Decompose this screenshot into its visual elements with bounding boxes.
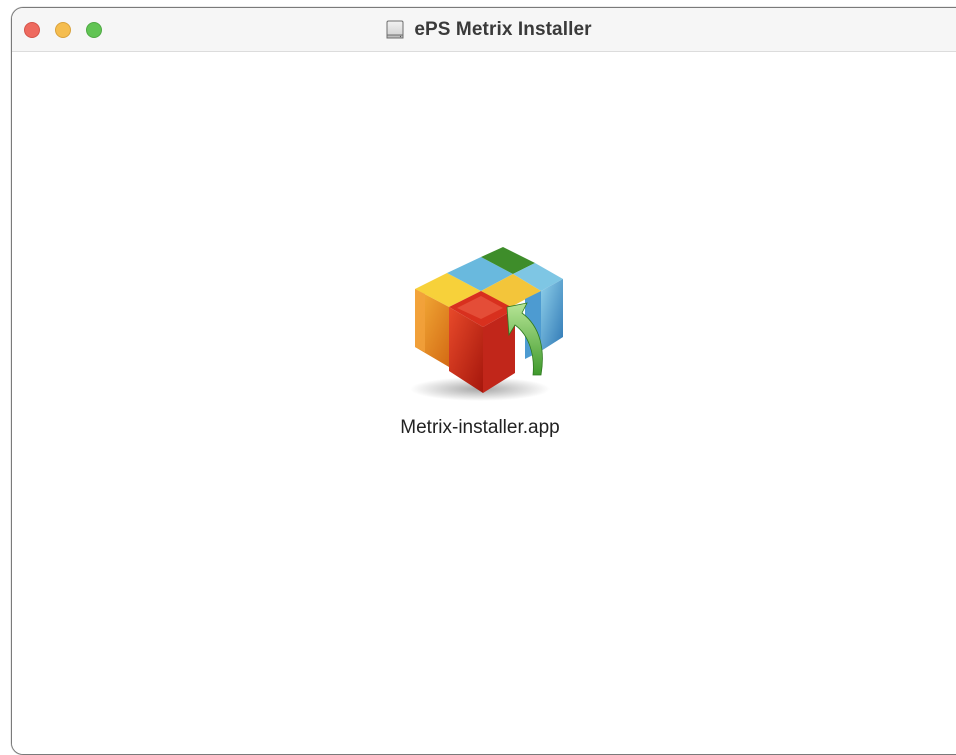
title-bar[interactable]: ePS Metrix Installer	[12, 8, 956, 52]
app-file-label: Metrix-installer.app	[400, 417, 560, 438]
app-file-item[interactable]: Metrix-installer.app	[372, 247, 588, 439]
installer-window: ePS Metrix Installer Metrix-installer.ap…	[11, 7, 956, 755]
installer-package-icon	[410, 247, 563, 401]
window-title: ePS Metrix Installer	[414, 19, 592, 40]
finder-content-area: Metrix-installer.app	[12, 52, 956, 754]
window-title-group: ePS Metrix Installer	[12, 8, 956, 52]
disk-image-icon	[386, 20, 404, 39]
